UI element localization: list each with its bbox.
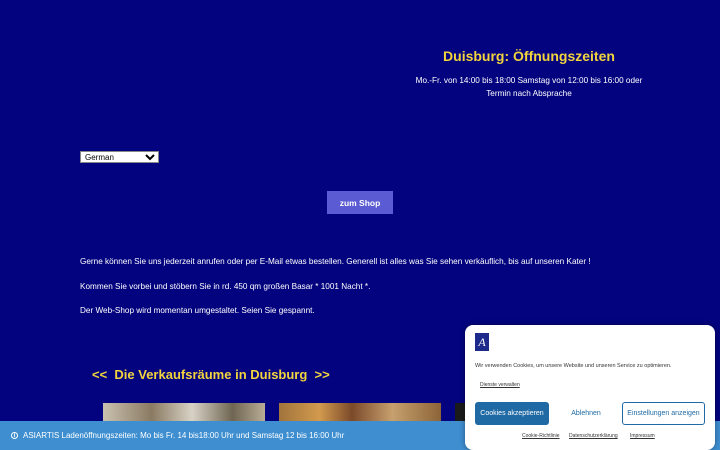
manage-services-link[interactable]: Dienste verwalten: [480, 382, 520, 388]
cookie-policy-link[interactable]: Cookie-Richtlinie: [522, 433, 560, 439]
accept-cookies-button[interactable]: Cookies akzeptieren: [475, 402, 549, 425]
gallery-image-1[interactable]: [103, 403, 265, 421]
shop-button[interactable]: zum Shop: [327, 191, 393, 214]
privacy-link[interactable]: Datenschutzerklärung: [569, 433, 618, 439]
language-select[interactable]: German: [80, 151, 159, 163]
info-icon: i: [11, 432, 18, 439]
cookie-text: Wir verwenden Cookies, um unsere Website…: [475, 363, 672, 369]
hours-title: Duisburg: Öffnungszeiten: [443, 48, 615, 64]
imprint-link[interactable]: Impressum: [630, 433, 655, 439]
gallery-image-3[interactable]: [455, 403, 465, 421]
cookie-dialog: A Wir verwenden Cookies, um unsere Websi…: [465, 325, 715, 450]
section-title: << Die Verkaufsräume in Duisburg >>: [92, 367, 330, 382]
gallery-image-2[interactable]: [279, 403, 441, 421]
banner-text: ASIARTIS Ladenöffnungszeiten: Mo bis Fr.…: [23, 431, 345, 440]
hours-text: Mo.-Fr. von 14:00 bis 18:00 Samstag von …: [415, 76, 643, 98]
intro-paragraph-1: Gerne können Sie uns jederzeit anrufen o…: [80, 257, 591, 266]
intro-paragraph-3: Der Web-Shop wird momentan umgestaltet. …: [80, 306, 315, 315]
site-logo: A: [475, 333, 489, 351]
deny-cookies-button[interactable]: Ablehnen: [558, 402, 614, 425]
intro-paragraph-2: Kommen Sie vorbei und stöbern Sie in rd.…: [80, 282, 371, 291]
cookie-preferences-button[interactable]: Einstellungen anzeigen: [622, 402, 705, 425]
